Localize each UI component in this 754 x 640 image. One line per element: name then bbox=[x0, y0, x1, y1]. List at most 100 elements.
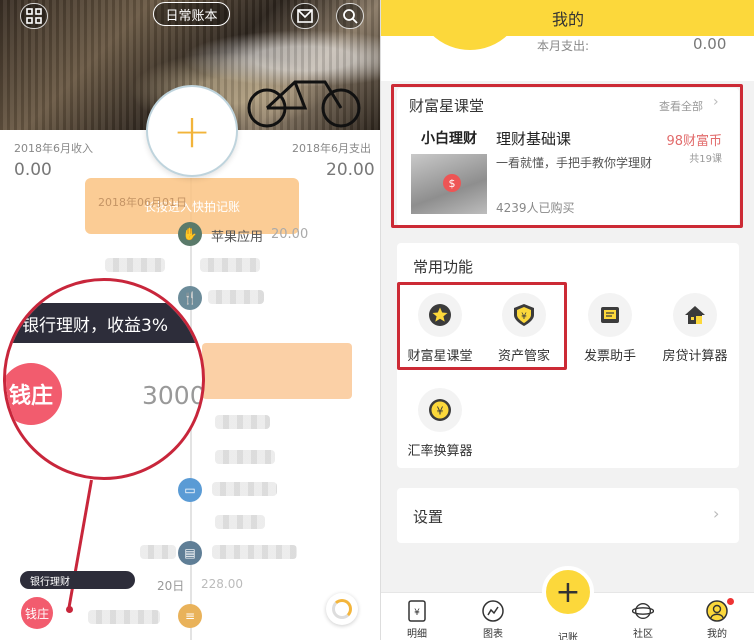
receipt-icon bbox=[588, 293, 632, 337]
func-label: 发票助手 bbox=[583, 349, 636, 364]
nav-label: 我的 bbox=[707, 629, 727, 640]
zoom-banner: 银行理财，收益3% bbox=[6, 303, 202, 343]
left-screen: 日常账本 2018年6月收入 0.00 2018年6月支出 20.00 长按进入… bbox=[0, 0, 380, 640]
shield-yen-icon: ¥ bbox=[502, 293, 546, 337]
thumbnail-title: 小白理财 bbox=[421, 131, 477, 147]
settings-row[interactable] bbox=[397, 488, 739, 543]
zoom-pointer-line bbox=[67, 479, 93, 609]
blurred-entry bbox=[140, 545, 176, 559]
book-selector-label: 日常账本 bbox=[165, 8, 218, 24]
nav-label: 记账 bbox=[558, 633, 578, 640]
month-expense-value: 0.00 bbox=[693, 35, 727, 53]
month-expense-label: 本月支出: bbox=[537, 39, 590, 53]
nav-community[interactable]: 社区 bbox=[613, 593, 673, 640]
func-mortgage-calculator[interactable]: 房贷计算器 bbox=[655, 293, 735, 364]
plus-icon: + bbox=[555, 574, 581, 610]
plus-icon: + bbox=[172, 104, 212, 158]
planet-icon bbox=[632, 600, 654, 622]
blurred-entry bbox=[212, 482, 277, 496]
blurred-entry bbox=[212, 545, 297, 559]
ledger-icon: ¥ bbox=[406, 600, 428, 622]
course-thumbnail[interactable]: 小白理财 bbox=[411, 124, 487, 214]
course-description: 一看就懂，手把手教你学理财 bbox=[496, 156, 653, 170]
bicycle-illustration bbox=[247, 80, 361, 128]
func-label: 财富星课堂 bbox=[407, 349, 473, 364]
qianzhuang-label: 钱庄 bbox=[24, 606, 49, 621]
highlight-bar bbox=[202, 343, 352, 399]
right-screen: 我的 本月支出: 0.00 财富星课堂 查看全部 › 小白理财 理财基础课 一看… bbox=[380, 0, 754, 640]
func-label: 资产管家 bbox=[497, 349, 550, 364]
func-label: 汇率换算器 bbox=[407, 444, 473, 459]
func-wealth-class[interactable]: 财富星课堂 bbox=[400, 293, 480, 364]
zoom-badge-text: 钱庄 bbox=[8, 384, 53, 409]
functions-section-title: 常用功能 bbox=[413, 258, 474, 276]
nav-charts[interactable]: 图表 bbox=[463, 593, 523, 640]
tooltip-text: 银行理财 bbox=[30, 576, 70, 588]
zoom-banner-text: 银行理财，收益3% bbox=[22, 315, 168, 336]
func-exchange-rate[interactable]: ¥ 汇率换算器 bbox=[400, 388, 480, 459]
money-stack-icon: ≡ bbox=[178, 604, 202, 628]
timeline-entry-amount: 20.00 bbox=[271, 227, 309, 242]
apple-app-icon: ✋ bbox=[178, 222, 202, 246]
income-label: 2018年6月收入 bbox=[14, 142, 93, 155]
chart-icon bbox=[482, 600, 504, 622]
user-icon bbox=[706, 600, 728, 622]
blurred-entry bbox=[215, 415, 270, 429]
svg-text:¥: ¥ bbox=[437, 405, 444, 418]
timeline-entry-label[interactable]: 苹果应用 bbox=[211, 226, 263, 245]
nav-label: 图表 bbox=[483, 629, 503, 640]
book-selector[interactable]: 日常账本 bbox=[153, 2, 230, 26]
blurred-entry bbox=[215, 450, 275, 464]
bank-finance-tooltip: 银行理财 bbox=[20, 571, 135, 589]
yen-coin-icon: ¥ bbox=[418, 388, 462, 432]
func-label: 房贷计算器 bbox=[662, 349, 728, 364]
course-price: 98财富币 bbox=[666, 134, 722, 149]
page-title: 我的 bbox=[551, 10, 584, 29]
hint-date: 2018年06月01日 bbox=[98, 196, 187, 209]
chevron-right-icon: › bbox=[713, 504, 720, 523]
piggy-bank-image bbox=[411, 154, 487, 214]
blurred-entry bbox=[88, 610, 160, 624]
page-header: 我的 bbox=[381, 0, 754, 36]
course-lessons: 共19课 bbox=[689, 154, 722, 165]
income-value: 0.00 bbox=[14, 160, 52, 180]
blurred-entry bbox=[208, 290, 264, 304]
settings-label: 设置 bbox=[413, 508, 444, 526]
course-section-title: 财富星课堂 bbox=[409, 97, 485, 115]
course-name[interactable]: 理财基础课 bbox=[496, 128, 571, 149]
house-icon bbox=[673, 293, 717, 337]
zoom-amount: 3000 bbox=[142, 381, 205, 410]
card-icon: ▭ bbox=[178, 478, 202, 502]
func-asset-manager[interactable]: ¥ 资产管家 bbox=[484, 293, 564, 364]
mail-icon[interactable] bbox=[291, 3, 319, 29]
blurred-entry bbox=[105, 258, 165, 272]
zoom-pointer-dot bbox=[66, 606, 73, 613]
nav-me[interactable]: 我的 bbox=[687, 593, 747, 640]
course-buyers: 4239人已购买 bbox=[496, 201, 575, 215]
func-invoice-helper[interactable]: 发票助手 bbox=[570, 293, 650, 364]
qianzhuang-button[interactable]: 钱庄 bbox=[21, 597, 53, 629]
nav-label: 社区 bbox=[633, 629, 653, 640]
search-icon[interactable] bbox=[336, 3, 364, 29]
book-icon: ▤ bbox=[178, 541, 202, 565]
zoom-qianzhuang-badge: 钱庄 bbox=[6, 363, 62, 425]
expense-label: 2018年6月支出 bbox=[292, 142, 371, 155]
svg-text:¥: ¥ bbox=[414, 608, 420, 618]
blurred-entry bbox=[200, 258, 260, 272]
progress-ring-icon[interactable] bbox=[326, 593, 358, 625]
record-fab-button[interactable]: + bbox=[542, 566, 594, 618]
view-all-link[interactable]: 查看全部 bbox=[659, 98, 703, 114]
chevron-right-icon: › bbox=[713, 94, 719, 110]
timeline-date: 20日 bbox=[157, 579, 185, 593]
blurred-entry bbox=[215, 515, 265, 529]
notification-badge bbox=[727, 598, 734, 605]
expense-value: 20.00 bbox=[326, 160, 375, 180]
star-icon bbox=[418, 293, 462, 337]
zoom-magnifier: 银行理财，收益3% 钱庄 3000 bbox=[3, 278, 205, 480]
grid-menu-icon[interactable] bbox=[20, 3, 48, 29]
nav-details[interactable]: ¥ 明细 bbox=[387, 593, 447, 640]
nav-label: 明细 bbox=[407, 629, 427, 640]
svg-text:¥: ¥ bbox=[521, 312, 527, 322]
timeline-amount: 228.00 bbox=[201, 577, 243, 591]
add-record-button[interactable]: + bbox=[146, 85, 238, 177]
